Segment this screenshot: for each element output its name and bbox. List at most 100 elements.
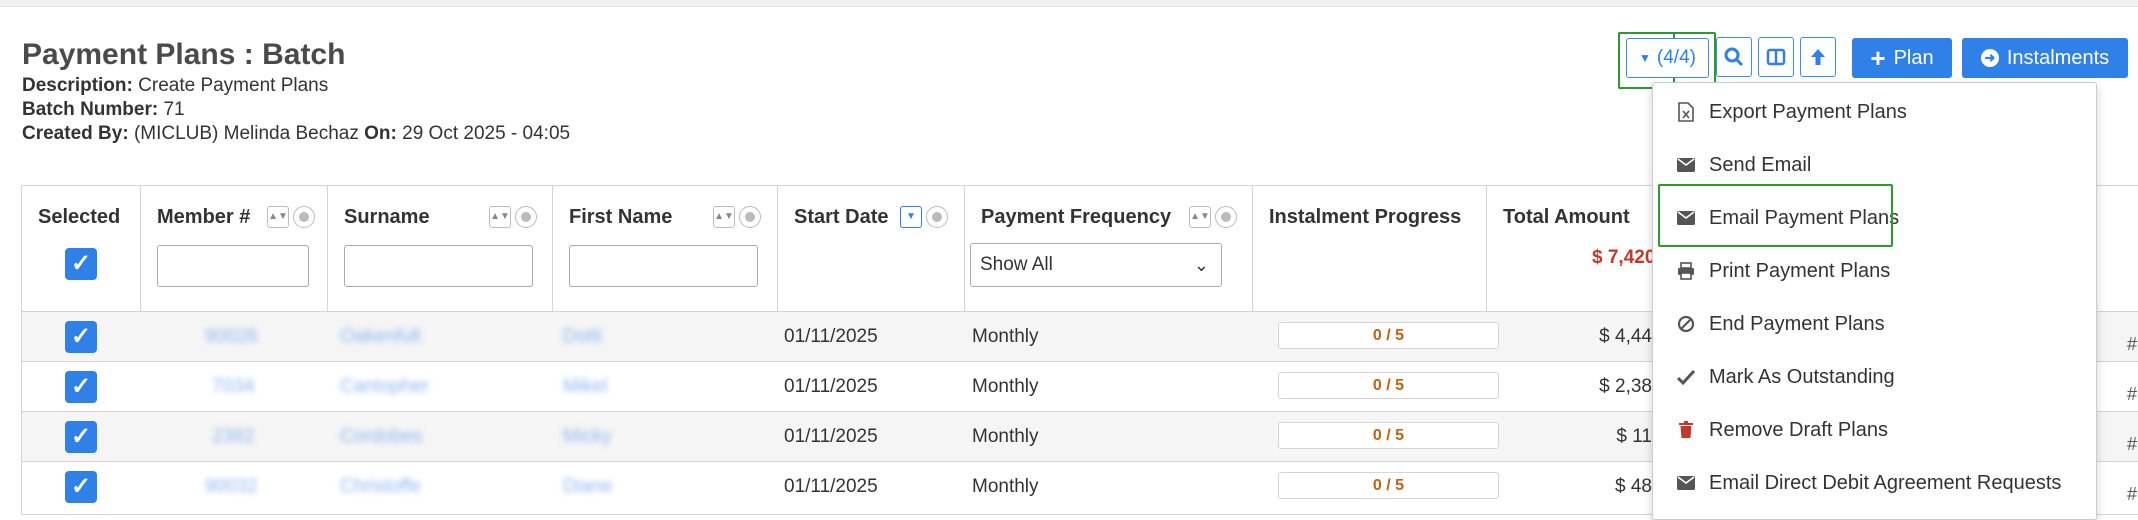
total-amount: $ 4,44 bbox=[1599, 326, 1652, 347]
payment-frequency: Monthly bbox=[972, 326, 1039, 347]
header-member: Member # ▲▼ bbox=[141, 186, 328, 311]
created-by-label: Created By: bbox=[22, 123, 129, 144]
frequency-filter-select[interactable]: Show All ⌄ bbox=[970, 243, 1222, 287]
total-amount: $ 48 bbox=[1615, 476, 1652, 497]
actions-dropdown-menu: Export Payment Plans Send Email Email Pa… bbox=[1652, 82, 2097, 520]
row-checkbox[interactable]: ✓ bbox=[65, 421, 97, 453]
batch-number-label: Batch Number: bbox=[22, 99, 159, 120]
payment-frequency: Monthly bbox=[972, 426, 1039, 447]
first-name-link[interactable]: Mikel bbox=[563, 362, 607, 412]
surname-link[interactable]: Cantopher bbox=[340, 362, 429, 412]
created-by-line: Created By: (MICLUB) Melinda Bechaz On: … bbox=[22, 123, 570, 145]
instalment-progress: 0 / 5 bbox=[1278, 322, 1499, 349]
total-amount-sum: $ 7,420 bbox=[1592, 247, 1656, 268]
eye-icon[interactable] bbox=[515, 206, 537, 228]
menu-item-label: End Payment Plans bbox=[1709, 312, 1885, 335]
member-number-link[interactable]: 7034 bbox=[212, 362, 254, 412]
header-surname-label: Surname bbox=[344, 206, 430, 228]
columns-button[interactable] bbox=[1758, 37, 1794, 77]
menu-item-mark-as-outstanding[interactable]: Mark As Outstanding bbox=[1653, 354, 2096, 400]
header-first-name-label: First Name bbox=[569, 206, 673, 228]
surname-link[interactable]: Oakenfull bbox=[340, 312, 420, 362]
file-excel-icon bbox=[1675, 101, 1697, 123]
header-selected-label: Selected bbox=[38, 206, 121, 228]
header-surname: Surname ▲▼ bbox=[328, 186, 553, 311]
scroll-up-button[interactable] bbox=[1800, 37, 1836, 77]
header-payment-frequency-label: Payment Frequency bbox=[981, 206, 1172, 228]
surname-link[interactable]: Cordobes bbox=[340, 412, 422, 462]
menu-item-send-email[interactable]: Send Email bbox=[1653, 142, 2096, 188]
row-checkbox[interactable]: ✓ bbox=[65, 371, 97, 403]
member-filter-input[interactable] bbox=[157, 245, 309, 287]
chevron-down-icon: ⌄ bbox=[1193, 255, 1209, 275]
add-plan-button[interactable]: + Plan bbox=[1852, 38, 1952, 78]
frequency-filter-value: Show All bbox=[980, 254, 1053, 275]
email-payment-plans-highlight bbox=[1658, 184, 1893, 247]
created-by-value: (MICLUB) Melinda Bechaz bbox=[133, 123, 359, 144]
menu-item-email-direct-debit-agreement-requests[interactable]: Email Direct Debit Agreement Requests bbox=[1653, 460, 2096, 506]
sort-icon[interactable]: ▲▼ bbox=[489, 206, 511, 228]
add-plan-label: Plan bbox=[1893, 46, 1934, 69]
instalments-label: Instalments bbox=[2006, 46, 2110, 69]
member-number-link[interactable]: 2382 bbox=[212, 412, 254, 462]
row-more-marker: # bbox=[2127, 384, 2138, 404]
plus-icon: + bbox=[1870, 43, 1886, 73]
payment-frequency: Monthly bbox=[972, 476, 1039, 497]
arrow-up-icon bbox=[1811, 49, 1825, 65]
created-on-label: On: bbox=[364, 123, 397, 144]
top-border bbox=[0, 0, 2138, 7]
surname-link[interactable]: Christoffe bbox=[340, 462, 421, 512]
instalment-progress: 0 / 5 bbox=[1278, 472, 1499, 499]
description-label: Description: bbox=[22, 75, 133, 96]
header-instalment-progress: Instalment Progress bbox=[1253, 186, 1487, 311]
batch-number-line: Batch Number: 71 bbox=[22, 99, 185, 121]
menu-item-end-payment-plans[interactable]: End Payment Plans bbox=[1653, 301, 2096, 347]
ban-icon bbox=[1675, 313, 1697, 335]
description-value: Create Payment Plans bbox=[138, 75, 329, 96]
trash-icon bbox=[1675, 419, 1697, 441]
header-first-name: First Name ▲▼ bbox=[553, 186, 778, 311]
check-icon bbox=[1675, 366, 1697, 388]
menu-item-label: Print Payment Plans bbox=[1709, 259, 1891, 282]
eye-icon[interactable] bbox=[739, 206, 761, 228]
menu-item-label: Mark As Outstanding bbox=[1709, 365, 1895, 388]
start-date: 01/11/2025 bbox=[784, 426, 878, 447]
print-icon bbox=[1675, 260, 1697, 282]
start-date: 01/11/2025 bbox=[784, 326, 878, 347]
page-title: Payment Plans : Batch bbox=[22, 38, 346, 71]
eye-icon[interactable] bbox=[293, 206, 315, 228]
surname-filter-input[interactable] bbox=[344, 245, 533, 287]
menu-item-remove-draft-plans[interactable]: Remove Draft Plans bbox=[1653, 407, 2096, 453]
instalment-progress: 0 / 5 bbox=[1278, 372, 1499, 399]
header-instalment-progress-label: Instalment Progress bbox=[1269, 206, 1462, 228]
row-more-marker: # bbox=[2127, 334, 2138, 354]
member-number-link[interactable]: 90026 bbox=[205, 312, 258, 362]
sort-icon[interactable]: ▲▼ bbox=[713, 206, 735, 228]
first-name-filter-input[interactable] bbox=[569, 245, 758, 287]
header-member-label: Member # bbox=[157, 206, 251, 228]
eye-icon[interactable] bbox=[1215, 206, 1237, 228]
total-amount: $ 11 bbox=[1616, 426, 1652, 447]
member-number-link[interactable]: 90032 bbox=[205, 462, 258, 512]
menu-item-print-payment-plans[interactable]: Print Payment Plans bbox=[1653, 248, 2096, 294]
search-button[interactable] bbox=[1716, 37, 1752, 77]
header-start-date-label: Start Date bbox=[794, 206, 889, 228]
first-name-link[interactable]: Diane bbox=[563, 462, 613, 512]
first-name-link[interactable]: Micky bbox=[563, 412, 612, 462]
header-start-date: Start Date ▼ bbox=[778, 186, 965, 311]
envelope-icon bbox=[1675, 154, 1697, 176]
row-more-marker: # bbox=[2127, 484, 2138, 504]
eye-icon[interactable] bbox=[926, 206, 948, 228]
sort-icon[interactable]: ▲▼ bbox=[1189, 206, 1211, 228]
selection-dropdown-highlight bbox=[1618, 32, 1716, 89]
row-checkbox[interactable]: ✓ bbox=[65, 471, 97, 503]
columns-icon bbox=[1766, 48, 1786, 66]
sort-icon[interactable]: ▲▼ bbox=[267, 206, 289, 228]
row-checkbox[interactable]: ✓ bbox=[65, 321, 97, 353]
sort-desc-icon[interactable]: ▼ bbox=[900, 206, 922, 228]
select-all-checkbox[interactable]: ✓ bbox=[65, 248, 97, 280]
instalments-button[interactable]: ➜ Instalments bbox=[1962, 38, 2128, 78]
menu-item-export-payment-plans[interactable]: Export Payment Plans bbox=[1653, 89, 2096, 135]
first-name-link[interactable]: Dotti bbox=[563, 312, 602, 362]
description-line: Description: Create Payment Plans bbox=[22, 75, 328, 97]
